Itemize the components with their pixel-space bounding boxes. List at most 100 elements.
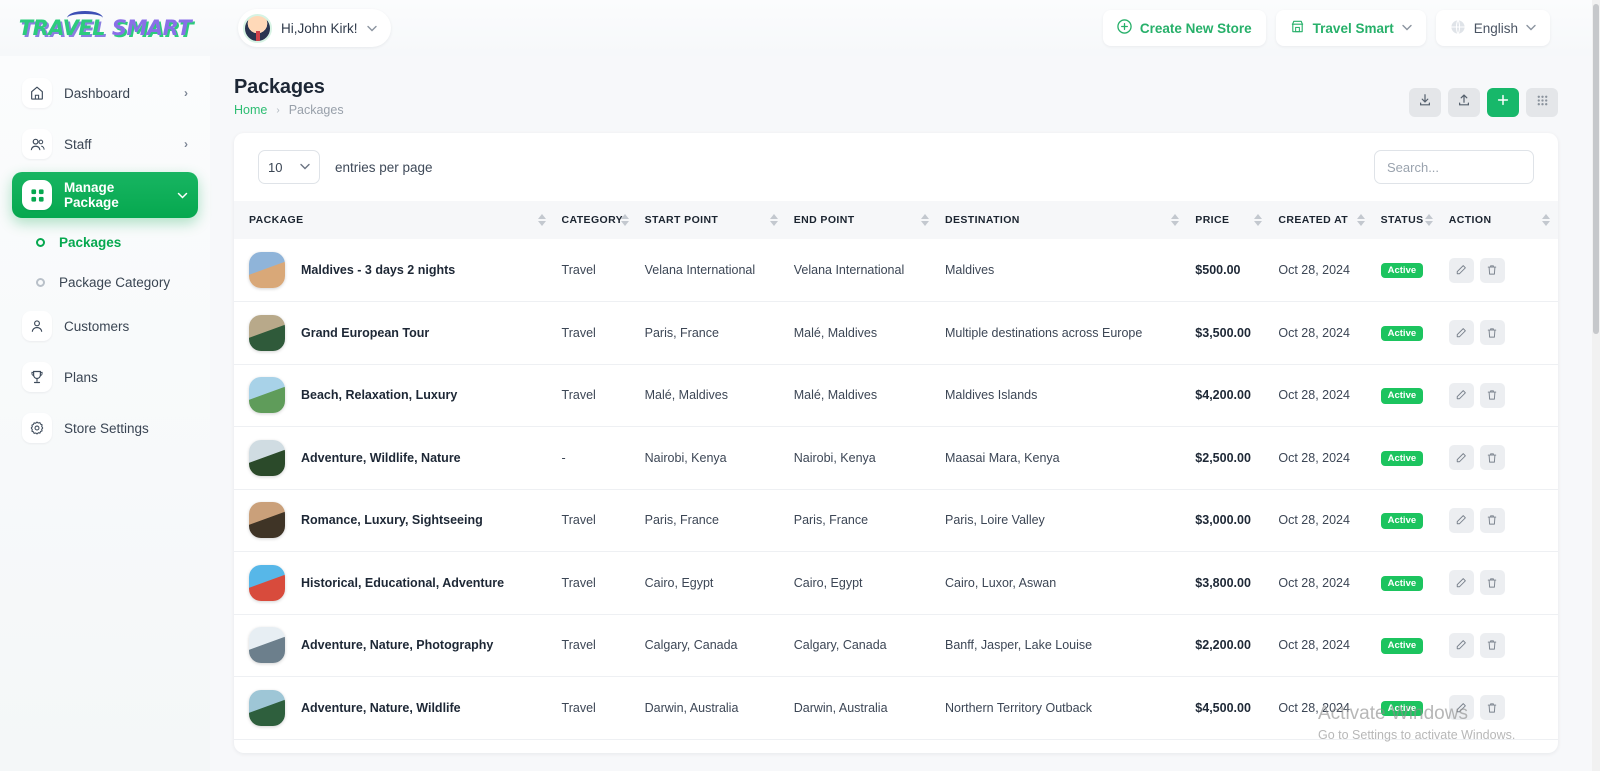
cell-start-point: Nairobi, Kenya xyxy=(644,450,727,465)
cell-destination: Maldives xyxy=(944,263,995,277)
sort-icon[interactable] xyxy=(769,214,778,226)
sidebar-item-manage-package[interactable]: Manage Package xyxy=(12,172,198,218)
search-input[interactable] xyxy=(1387,159,1521,175)
column-label: PACKAGE xyxy=(249,214,304,226)
user-menu[interactable]: Hi,John Kirk! xyxy=(238,9,391,47)
delete-button[interactable] xyxy=(1479,382,1505,408)
entries-per-page-value: 10 xyxy=(268,159,283,175)
package-name: Maldives - 3 days 2 nights xyxy=(301,263,456,277)
status-badge: Active xyxy=(1380,575,1424,591)
breadcrumb-home-link[interactable]: Home xyxy=(234,103,267,117)
sidebar-item-dashboard[interactable]: Dashboard › xyxy=(12,70,198,116)
delete-button[interactable] xyxy=(1479,445,1505,471)
store-selector[interactable]: Travel Smart xyxy=(1275,10,1426,46)
page-scrollbar[interactable] xyxy=(1592,0,1600,771)
table-row[interactable]: Historical, Educational, Adventure Travel… xyxy=(234,552,1558,615)
package-thumbnail xyxy=(249,439,285,476)
sort-icon[interactable] xyxy=(920,214,929,226)
entries-per-page-select[interactable]: 10 xyxy=(258,150,320,184)
sort-icon[interactable] xyxy=(1356,214,1365,226)
cell-start-point: Paris, France xyxy=(644,513,719,528)
cell-destination: Cairo, Luxor, Aswan xyxy=(944,575,1057,590)
bullet-icon xyxy=(36,237,45,247)
delete-button[interactable] xyxy=(1479,695,1505,721)
upload-button[interactable] xyxy=(1448,88,1480,117)
cell-end-point: Calgary, Canada xyxy=(793,638,887,653)
column-header-created-at[interactable]: CREATED AT xyxy=(1270,201,1372,239)
cell-category: Travel xyxy=(561,513,596,528)
column-header-end-point[interactable]: END POINT xyxy=(786,201,937,239)
table-row[interactable]: Adventure, Wildlife, Nature - Nairobi, Ken… xyxy=(234,427,1558,489)
table-row[interactable]: Maldives - 3 days 2 nights Travel Velana I… xyxy=(234,239,1558,302)
column-label: ACTION xyxy=(1448,214,1492,226)
page-header-actions xyxy=(1409,76,1558,117)
sidebar-item-plans[interactable]: Plans xyxy=(12,354,198,400)
topbar-actions: Create New Store Travel Smart English xyxy=(1102,10,1600,46)
edit-button[interactable] xyxy=(1448,445,1474,471)
delete-button[interactable] xyxy=(1479,570,1505,596)
app-logo[interactable]: TRAVEL SMART xyxy=(0,0,210,56)
table-row[interactable]: Adventure, Nature, Photography Travel Calg… xyxy=(234,614,1558,677)
table-row[interactable]: Romance, Luxury, Sightseeing Travel Paris,… xyxy=(234,489,1558,552)
sidebar-item-staff[interactable]: Staff › xyxy=(12,121,198,167)
edit-button[interactable] xyxy=(1448,507,1474,533)
column-header-status[interactable]: STATUS xyxy=(1373,201,1441,239)
cell-destination: Multiple destinations across Europe xyxy=(944,325,1143,340)
edit-button[interactable] xyxy=(1448,695,1474,721)
sidebar-item-customers[interactable]: Customers xyxy=(12,303,198,349)
sidebar-item-label: Customers xyxy=(64,318,130,334)
delete-button[interactable] xyxy=(1479,507,1505,533)
sort-icon[interactable] xyxy=(1254,214,1263,226)
search-box[interactable] xyxy=(1374,150,1534,184)
edit-button[interactable] xyxy=(1448,382,1474,408)
package-name: Beach, Relaxation, Luxury xyxy=(301,388,458,403)
scrollbar-thumb[interactable] xyxy=(1593,4,1599,334)
user-greeting: Hi,John Kirk! xyxy=(281,20,358,36)
cell-destination: Banff, Jasper, Lake Louise xyxy=(944,638,1093,653)
edit-button[interactable] xyxy=(1448,257,1474,283)
cell-action xyxy=(1441,552,1558,615)
cell-category: Travel xyxy=(561,700,596,715)
sort-icon[interactable] xyxy=(1171,214,1180,226)
delete-button[interactable] xyxy=(1479,257,1505,283)
column-header-package[interactable]: PACKAGE xyxy=(234,201,554,239)
sort-icon[interactable] xyxy=(620,214,629,226)
delete-button[interactable] xyxy=(1479,632,1505,658)
column-header-destination[interactable]: DESTINATION xyxy=(937,201,1187,239)
table-row[interactable]: Beach, Relaxation, Luxury Travel Malé, Mal… xyxy=(234,364,1558,427)
table-row[interactable]: Adventure, Nature, Wildlife Travel Darwin,… xyxy=(234,677,1558,739)
column-header-action[interactable]: ACTION xyxy=(1441,201,1558,239)
users-icon xyxy=(22,129,52,159)
cell-start-point: Calgary, Canada xyxy=(644,638,738,653)
cell-package: Romance, Luxury, Sightseeing xyxy=(234,489,554,552)
create-new-store-button[interactable]: Create New Store xyxy=(1102,10,1266,46)
add-package-button[interactable] xyxy=(1487,88,1519,117)
sidebar-subitem-package-category[interactable]: Package Category xyxy=(0,263,210,301)
cell-created-at: Oct 28, 2024 xyxy=(1278,450,1350,465)
sort-icon[interactable] xyxy=(1542,214,1550,226)
edit-button[interactable] xyxy=(1448,320,1474,346)
cell-destination: Northern Territory Outback xyxy=(944,700,1093,715)
chevron-down-icon xyxy=(1526,22,1536,34)
edit-button[interactable] xyxy=(1448,632,1474,658)
edit-button[interactable] xyxy=(1448,570,1474,596)
table-row[interactable]: Grand European Tour Travel Paris, France Ma… xyxy=(234,302,1558,364)
column-toggle-button[interactable] xyxy=(1526,88,1558,117)
download-button[interactable] xyxy=(1409,88,1441,117)
column-header-category[interactable]: CATEGORY xyxy=(554,201,637,239)
trophy-icon xyxy=(22,362,52,392)
sort-icon[interactable] xyxy=(1424,214,1433,226)
cell-end-point: Paris, France xyxy=(793,513,869,528)
chevron-down-icon xyxy=(300,161,310,173)
sort-icon[interactable] xyxy=(537,214,546,226)
language-selector[interactable]: English xyxy=(1435,10,1550,46)
cell-status: Active xyxy=(1373,489,1441,552)
sidebar-subitem-packages[interactable]: Packages xyxy=(0,223,210,261)
cell-status: Active xyxy=(1373,239,1441,302)
delete-button[interactable] xyxy=(1479,320,1505,346)
package-thumbnail xyxy=(249,377,285,414)
column-header-price[interactable]: PRICE xyxy=(1187,201,1270,239)
column-header-start-point[interactable]: START POINT xyxy=(637,201,786,239)
sidebar-item-store-settings[interactable]: Store Settings xyxy=(12,405,198,451)
column-label: PRICE xyxy=(1195,214,1230,226)
